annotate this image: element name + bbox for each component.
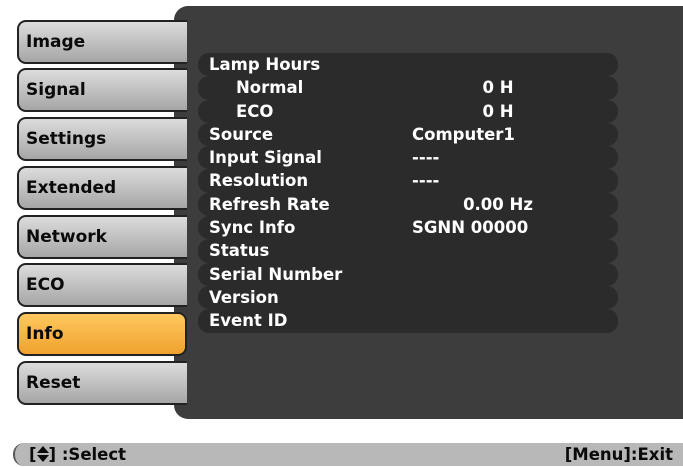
info-value: 0 H — [482, 101, 514, 121]
info-row-input-signal: Input Signal ---- — [198, 146, 618, 170]
exit-hint: [Menu]:Exit — [564, 445, 673, 464]
info-label: Sync Info — [209, 218, 296, 238]
info-row-event-id: Event ID — [198, 309, 618, 333]
info-label: Lamp Hours — [209, 55, 321, 74]
info-value: Computer1 — [412, 124, 515, 144]
info-row-version: Version — [198, 285, 618, 310]
info-row-refresh-rate: Refresh Rate 0.00 Hz — [198, 192, 618, 217]
info-row-resolution: Resolution ---- — [198, 169, 618, 193]
tab-image[interactable]: Image — [17, 20, 187, 64]
info-label: Status — [209, 241, 270, 261]
tab-info[interactable]: Info — [17, 312, 187, 356]
info-label: Refresh Rate — [209, 194, 330, 214]
status-bar: [ ] :Select [Menu]:Exit — [13, 443, 683, 466]
tab-network[interactable]: Network — [17, 215, 187, 259]
select-hint: [ ] :Select — [29, 443, 126, 467]
info-label: Serial Number — [209, 264, 343, 284]
info-row-normal: Normal 0 H — [198, 76, 618, 100]
info-label: Input Signal — [209, 148, 322, 168]
info-value: ---- — [412, 171, 440, 191]
info-row-sync-info: Sync Info SGNN 00000 — [198, 216, 618, 240]
menu-sidebar: Image Signal Settings Extended Network E… — [0, 0, 188, 420]
info-row-lamp-hours: Lamp Hours — [198, 53, 618, 77]
info-row-source: Source Computer1 — [198, 122, 618, 147]
info-value: ---- — [412, 148, 440, 168]
tab-eco[interactable]: ECO — [17, 263, 187, 307]
info-label: Version — [209, 287, 279, 307]
info-row-serial-number: Serial Number — [198, 262, 618, 286]
select-hint-open: [ — [29, 445, 37, 464]
tab-reset[interactable]: Reset — [17, 361, 187, 405]
info-label: Event ID — [209, 311, 288, 331]
select-hint-text: ] :Select — [48, 445, 127, 464]
info-label: Normal — [236, 78, 304, 98]
up-down-arrow-icon — [36, 443, 49, 467]
info-value: 0.00 Hz — [463, 194, 533, 214]
info-list: Lamp Hours Normal 0 H ECO 0 H Source Com… — [198, 53, 618, 333]
info-value: 0 H — [482, 78, 514, 98]
tab-extended[interactable]: Extended — [17, 166, 187, 210]
info-label: Source — [209, 124, 274, 144]
info-label: Resolution — [209, 171, 309, 191]
tab-signal[interactable]: Signal — [17, 68, 187, 112]
tab-settings[interactable]: Settings — [17, 117, 187, 161]
info-row-eco: ECO 0 H — [198, 99, 618, 123]
info-label: ECO — [236, 101, 274, 121]
info-value: SGNN 00000 — [412, 218, 529, 238]
info-row-status: Status — [198, 239, 618, 263]
